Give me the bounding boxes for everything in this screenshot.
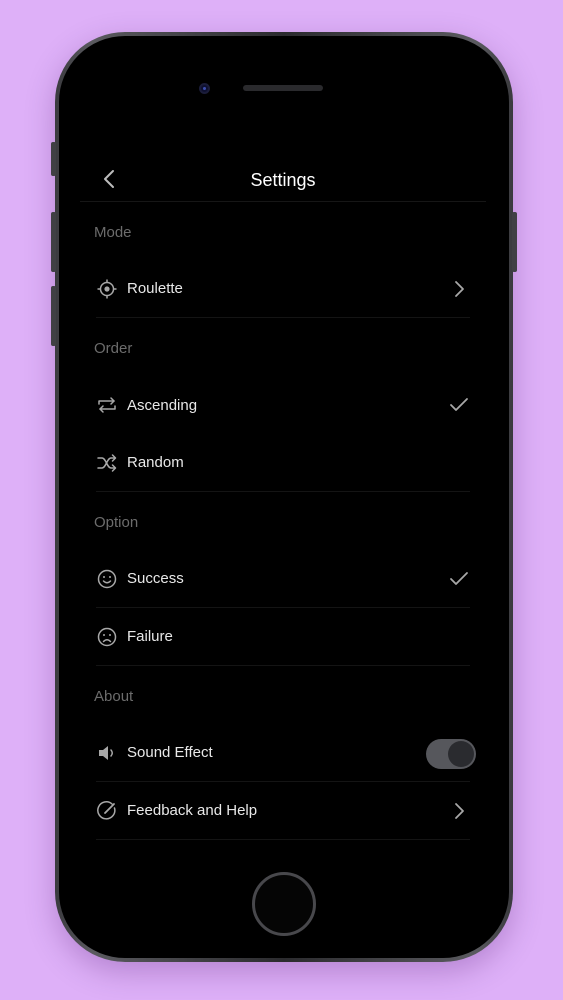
chevron-right-icon	[448, 800, 470, 822]
chevron-right-icon	[448, 278, 470, 300]
row-label: Failure	[127, 628, 173, 645]
row-roulette[interactable]: Roulette	[96, 260, 470, 318]
row-ascending[interactable]: Ascending	[96, 376, 470, 434]
shuffle-icon	[96, 452, 118, 474]
smile-icon	[96, 568, 118, 590]
nav-bar: Settings	[80, 140, 486, 202]
sound-effect-toggle[interactable]	[426, 739, 476, 769]
edit-icon	[96, 800, 118, 822]
power-button	[512, 212, 517, 272]
settings-screen: Settings Mode Roulette Order Ascending R…	[80, 140, 486, 850]
row-right-empty	[448, 626, 470, 648]
row-label: Feedback and Help	[127, 802, 258, 819]
row-sound-effect: Sound Effect	[96, 724, 476, 782]
repeat-icon	[96, 394, 118, 416]
section-label-option: Option	[94, 514, 139, 531]
volume-down-button	[51, 286, 56, 346]
section-label-mode: Mode	[94, 224, 132, 241]
row-right-empty	[448, 452, 470, 474]
row-failure[interactable]: Failure	[96, 608, 470, 666]
section-label-about: About	[94, 688, 134, 705]
row-label: Success	[127, 570, 184, 587]
speaker-icon	[96, 742, 118, 764]
frown-icon	[96, 626, 118, 648]
row-label: Sound Effect	[127, 744, 213, 761]
front-camera	[199, 83, 210, 94]
target-icon	[96, 278, 118, 300]
row-label: Random	[127, 454, 184, 471]
row-feedback-help[interactable]: Feedback and Help	[96, 782, 470, 840]
row-label: Ascending	[127, 396, 198, 414]
toggle-knob	[448, 741, 474, 767]
checkmark-icon	[448, 568, 470, 590]
earpiece-speaker	[243, 85, 323, 91]
row-success[interactable]: Success	[96, 550, 470, 608]
row-label: Roulette	[127, 280, 183, 297]
section-label-order: Order	[94, 340, 133, 357]
checkmark-icon	[448, 394, 470, 416]
volume-up-button	[51, 212, 56, 272]
mute-switch	[51, 142, 56, 176]
page-title: Settings	[250, 170, 316, 190]
row-random[interactable]: Random	[96, 434, 470, 492]
home-button[interactable]	[252, 872, 316, 936]
